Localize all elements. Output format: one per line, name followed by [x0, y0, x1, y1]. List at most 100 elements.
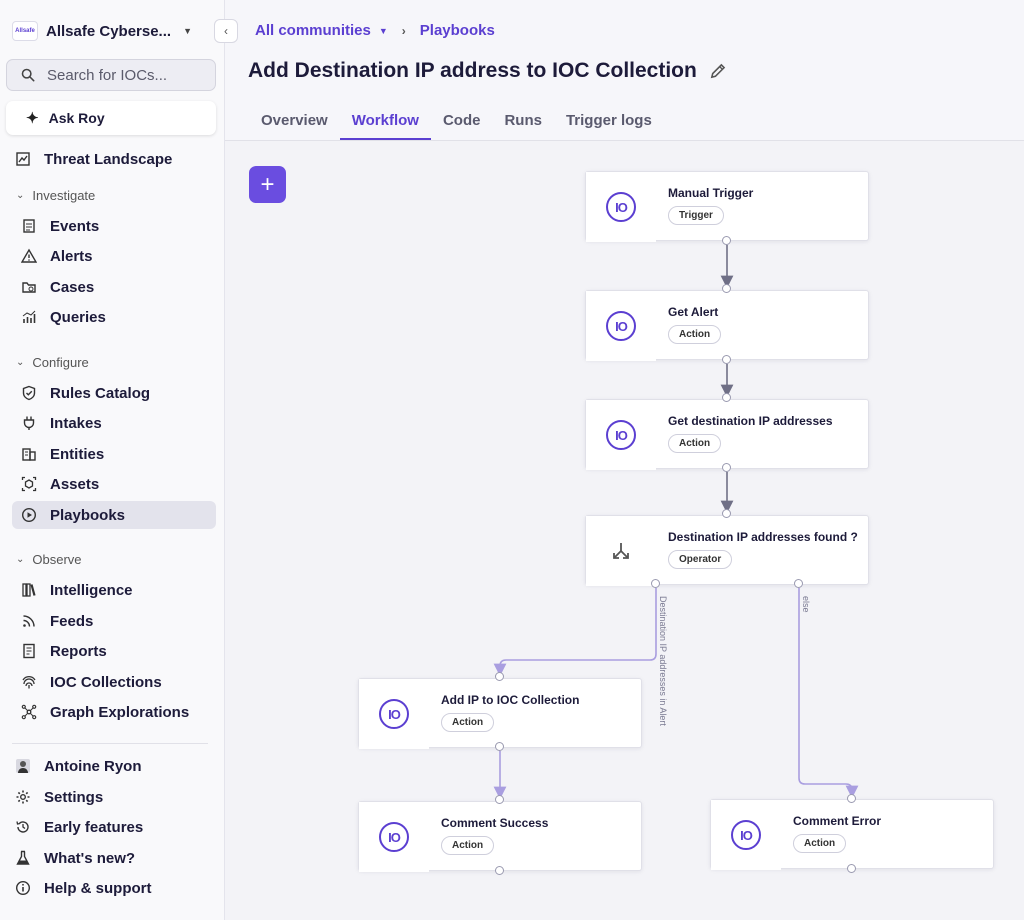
gear-icon	[14, 788, 32, 806]
output-port[interactable]	[847, 864, 856, 873]
tab-bar: Overview Workflow Code Runs Trigger logs	[249, 104, 664, 140]
breadcrumb-root[interactable]: All communities	[255, 22, 371, 39]
workflow-node-comment-error[interactable]: IO Comment Error Action	[710, 799, 994, 870]
node-title: Add IP to IOC Collection	[441, 693, 580, 707]
sparkle-icon: ✦	[26, 110, 39, 127]
tab-overview[interactable]: Overview	[249, 104, 340, 140]
nav-cases[interactable]: Cases	[12, 273, 216, 301]
workflow-node-manual-trigger[interactable]: IO Manual Trigger Trigger	[585, 171, 869, 242]
nav-entities[interactable]: Entities	[12, 440, 216, 468]
nav-reports[interactable]: Reports	[12, 637, 216, 665]
search-box[interactable]	[6, 59, 216, 91]
org-logo: Allsafe	[12, 21, 38, 41]
input-port[interactable]	[495, 795, 504, 804]
connection-true-branch	[493, 588, 657, 677]
node-type-badge: Trigger	[668, 206, 724, 225]
nav-user-profile[interactable]: Antoine Ryon	[12, 752, 216, 780]
org-switcher[interactable]: Allsafe Allsafe Cyberse... ▼	[12, 18, 192, 44]
breadcrumb: All communities ▼ › Playbooks	[255, 22, 495, 39]
io-logo-icon: IO	[379, 699, 409, 729]
nav-early-features[interactable]: Early features	[12, 813, 216, 841]
nav-alerts[interactable]: Alerts	[12, 242, 216, 270]
output-port[interactable]	[722, 463, 731, 472]
output-port-else[interactable]	[794, 579, 803, 588]
section-investigate[interactable]: ⌄ Investigate	[16, 188, 95, 203]
nav-label: Feeds	[50, 612, 94, 630]
output-port[interactable]	[495, 742, 504, 751]
plug-icon	[20, 414, 38, 432]
page-title: Add Destination IP address to IOC Collec…	[248, 59, 697, 82]
section-label: Investigate	[32, 188, 96, 203]
nav-graph-explorations[interactable]: Graph Explorations	[12, 698, 216, 726]
help-circle-icon	[14, 879, 32, 897]
nav-label: Graph Explorations	[50, 703, 190, 721]
output-port-true[interactable]	[651, 579, 660, 588]
node-title: Comment Success	[441, 816, 549, 830]
nav-label: Entities	[50, 445, 105, 463]
search-input[interactable]	[47, 66, 197, 84]
nav-assets[interactable]: Assets	[12, 470, 216, 498]
nav-label: Intakes	[50, 414, 102, 432]
nav-queries[interactable]: Queries	[12, 303, 216, 331]
workflow-canvas[interactable]: + Destination IP addresses in Alert else…	[225, 141, 1024, 920]
node-icon: IO	[359, 802, 429, 872]
input-port[interactable]	[847, 794, 856, 803]
nav-settings[interactable]: Settings	[12, 783, 216, 811]
nav-ioc-collections[interactable]: IOC Collections	[12, 668, 216, 696]
pencil-icon[interactable]	[709, 62, 727, 80]
shield-check-icon	[20, 384, 38, 402]
breadcrumb-current[interactable]: Playbooks	[420, 22, 495, 39]
connection-else-branch	[798, 588, 859, 799]
node-type-badge: Action	[441, 836, 495, 855]
chevron-down-icon: ⌄	[16, 357, 25, 368]
nav-whats-new[interactable]: What's new?	[12, 844, 216, 872]
workflow-node-add-ip-to-ioc-collection[interactable]: IO Add IP to IOC Collection Action	[358, 678, 642, 749]
section-observe[interactable]: ⌄ Observe	[16, 552, 82, 567]
tab-runs[interactable]: Runs	[492, 104, 554, 140]
tab-workflow[interactable]: Workflow	[339, 104, 431, 140]
nav-events[interactable]: Events	[12, 212, 216, 240]
chevron-right-icon: ›	[401, 23, 406, 38]
node-icon: IO	[586, 291, 656, 361]
nav-threat-landscape[interactable]: Threat Landscape	[12, 145, 216, 173]
nav-label: Settings	[44, 788, 104, 806]
sidebar-divider	[12, 743, 208, 744]
nav-intelligence[interactable]: Intelligence	[12, 576, 216, 604]
node-title: Get destination IP addresses	[668, 414, 833, 428]
nav-help-support[interactable]: Help & support	[12, 874, 216, 902]
output-port[interactable]	[495, 866, 504, 875]
input-port[interactable]	[722, 284, 731, 293]
input-port[interactable]	[722, 393, 731, 402]
node-type-badge: Action	[668, 434, 722, 453]
workflow-node-operator[interactable]: Destination IP addresses found ? Operato…	[585, 515, 869, 586]
node-type-badge: Action	[668, 325, 722, 344]
section-configure[interactable]: ⌄ Configure	[16, 355, 89, 370]
nav-label: Antoine Ryon	[44, 757, 142, 775]
nav-intakes[interactable]: Intakes	[12, 409, 216, 437]
input-port[interactable]	[722, 509, 731, 518]
workflow-node-comment-success[interactable]: IO Comment Success Action	[358, 801, 642, 872]
nav-label: Playbooks	[50, 506, 126, 524]
workflow-node-get-alert[interactable]: IO Get Alert Action	[585, 290, 869, 361]
nav-feeds[interactable]: Feeds	[12, 607, 216, 635]
caret-down-icon: ▼	[183, 26, 192, 36]
collapse-sidebar-button[interactable]: ‹	[214, 19, 238, 43]
node-type-badge: Operator	[668, 550, 733, 569]
output-port[interactable]	[722, 355, 731, 364]
caret-down-icon[interactable]: ▼	[379, 26, 388, 36]
avatar	[14, 757, 32, 775]
graph-icon	[20, 703, 38, 721]
nav-playbooks[interactable]: Playbooks	[12, 501, 216, 529]
input-port[interactable]	[495, 672, 504, 681]
sidebar: Allsafe Allsafe Cyberse... ▼ ✦ Ask Roy T…	[0, 0, 225, 920]
chevron-down-icon: ⌄	[16, 554, 25, 565]
node-title: Manual Trigger	[668, 186, 754, 200]
workflow-node-get-destination-ips[interactable]: IO Get destination IP addresses Action	[585, 399, 869, 470]
tab-trigger-logs[interactable]: Trigger logs	[554, 104, 664, 140]
tab-code[interactable]: Code	[431, 104, 493, 140]
ask-roy-button[interactable]: ✦ Ask Roy	[6, 101, 216, 135]
output-port[interactable]	[722, 236, 731, 245]
search-icon	[21, 68, 35, 82]
node-icon: IO	[359, 679, 429, 749]
nav-rules-catalog[interactable]: Rules Catalog	[12, 379, 216, 407]
